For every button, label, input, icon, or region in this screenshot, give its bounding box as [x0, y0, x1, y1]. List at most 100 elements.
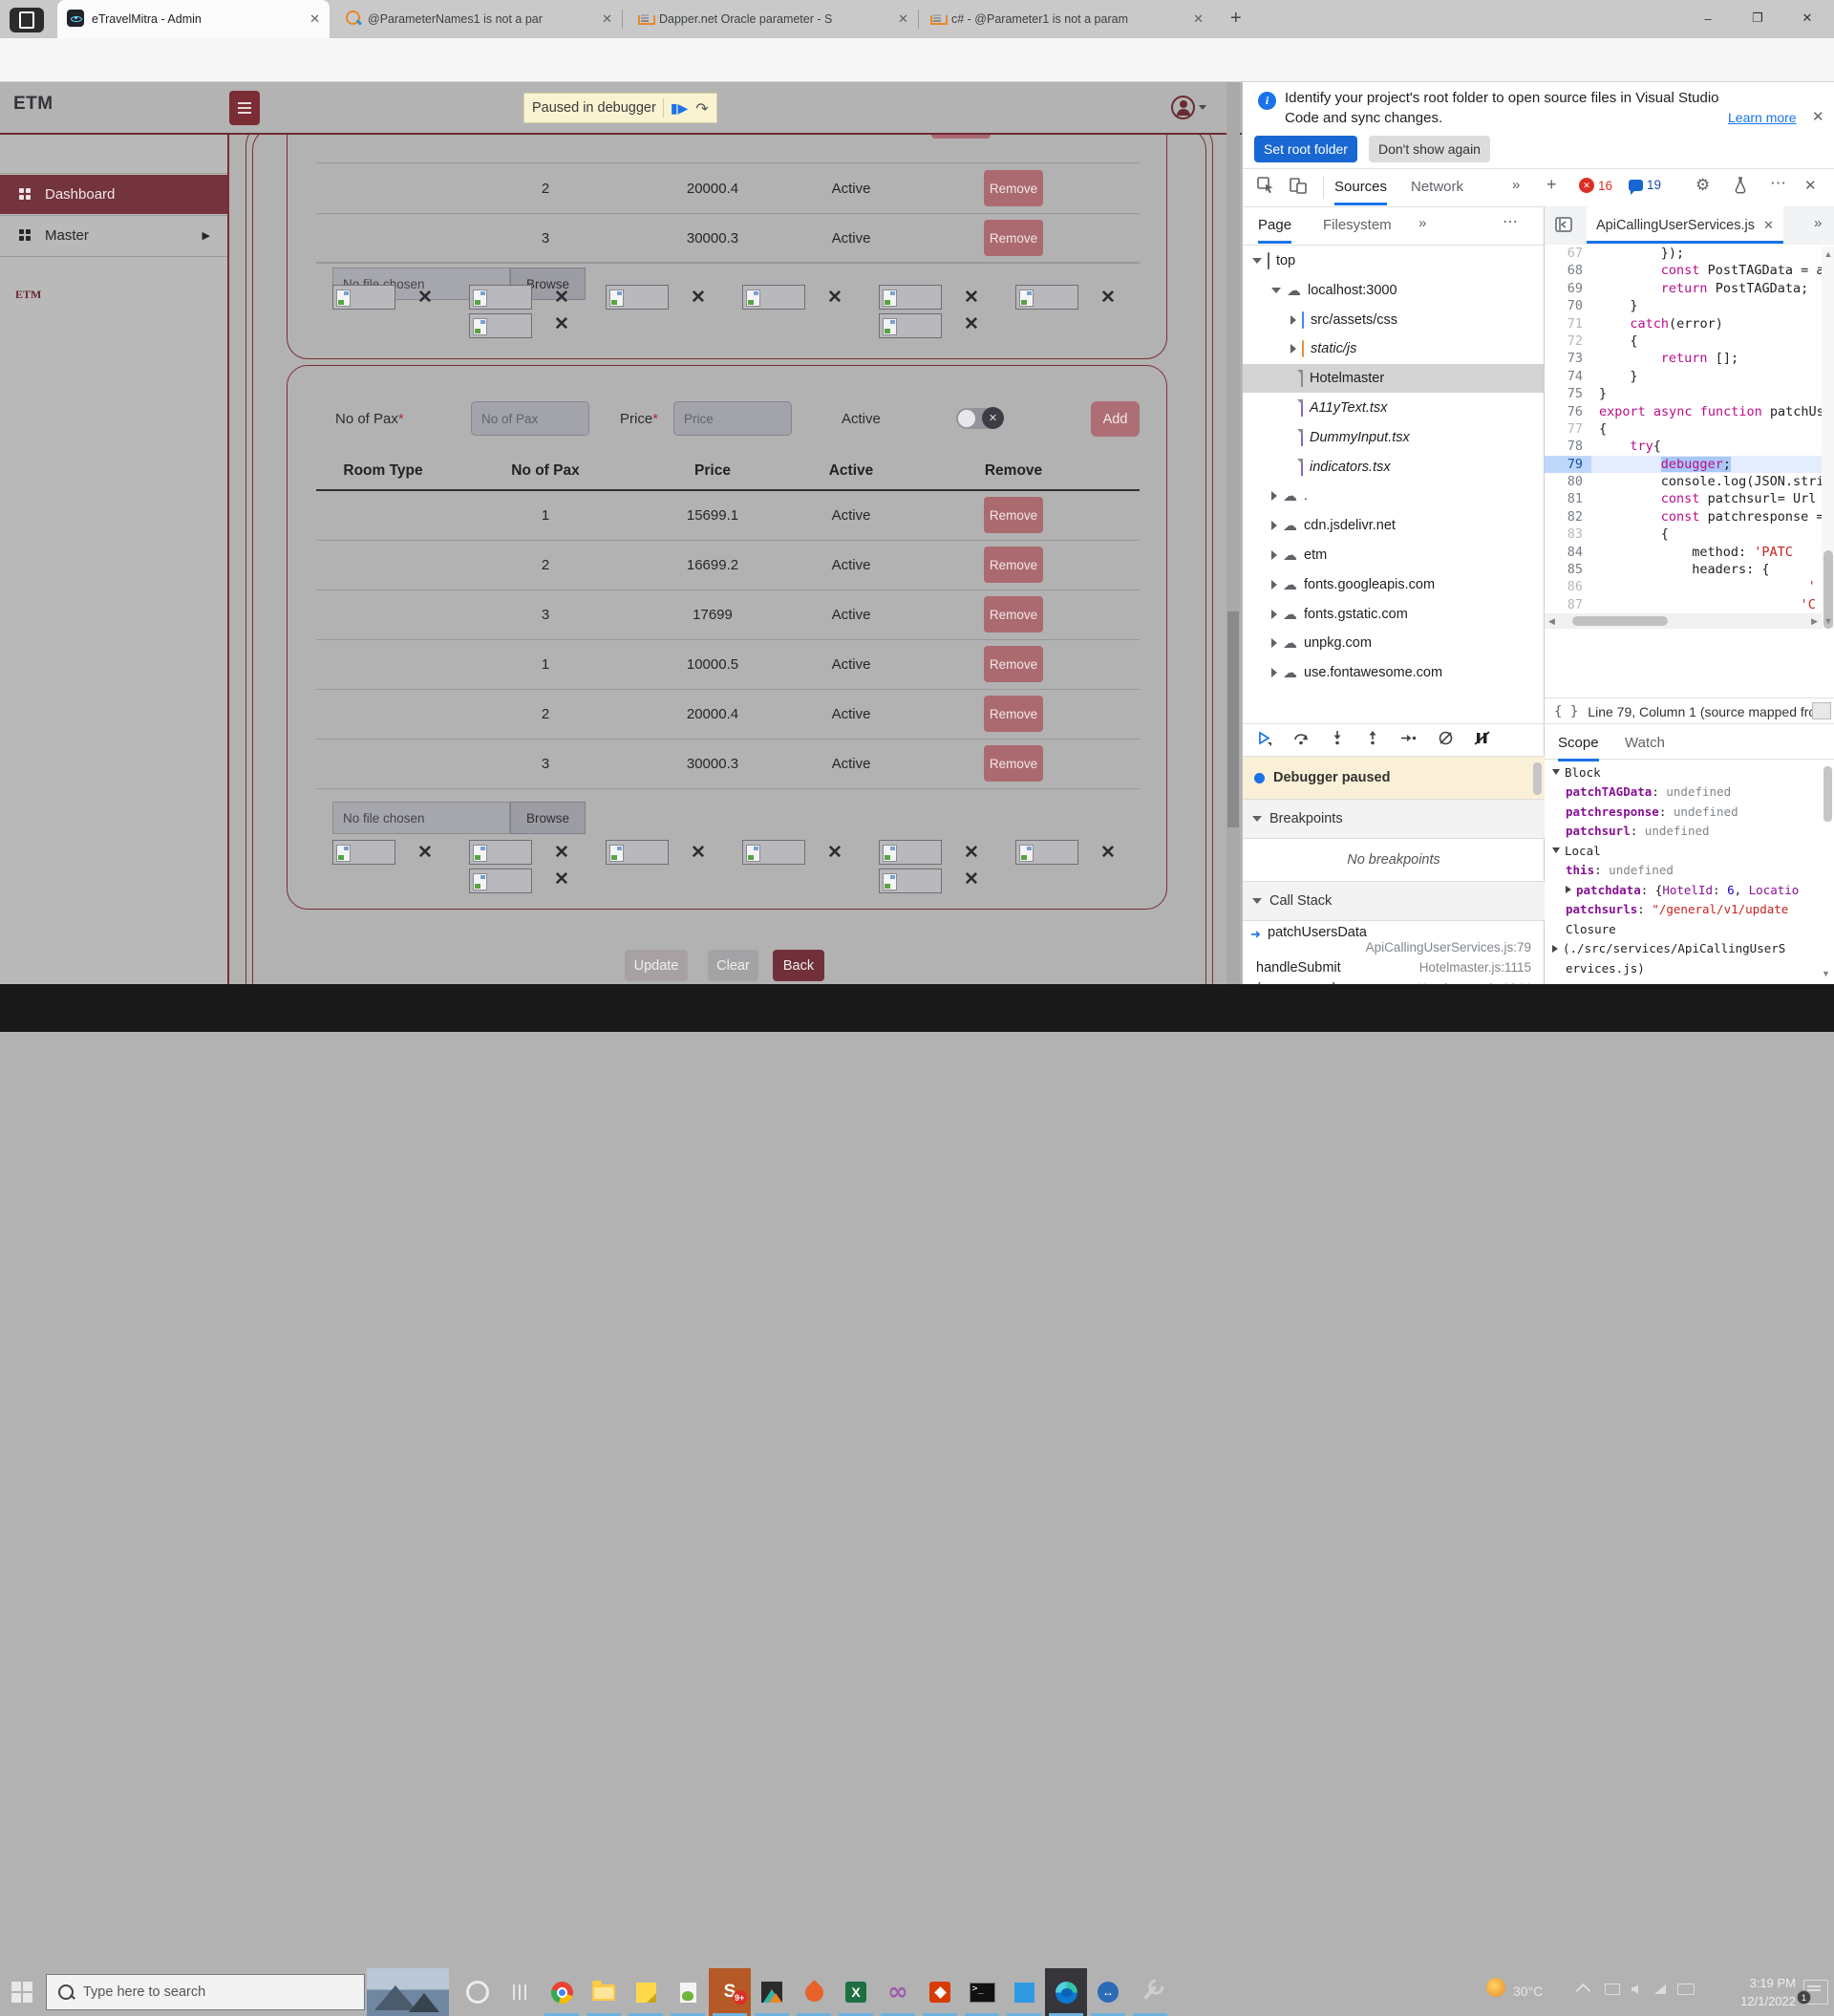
- call-stack-section-header[interactable]: Call Stack: [1243, 881, 1545, 921]
- scope-entry[interactable]: patchsurl: undefined: [1545, 822, 1834, 842]
- tree-item-indicators-tsx[interactable]: indicators.tsx: [1243, 453, 1544, 482]
- tree-item-a11ytext-tsx[interactable]: A11yText.tsx: [1243, 394, 1544, 422]
- tab-scope[interactable]: Scope: [1558, 724, 1599, 761]
- sidebar-item-dashboard[interactable]: Dashboard: [0, 175, 227, 214]
- editor-hscrollbar[interactable]: ◀ ▶: [1545, 613, 1822, 629]
- inspect-icon[interactable]: [1256, 176, 1275, 200]
- taskbar-icon-opera[interactable]: [457, 1968, 499, 2016]
- remove-image-icon[interactable]: ✕: [688, 287, 709, 308]
- code-line-81[interactable]: 81const patchsurl= Url: [1545, 490, 1834, 507]
- remove-image-icon[interactable]: ✕: [961, 842, 982, 863]
- tree-arrow-icon[interactable]: [1271, 521, 1277, 530]
- taskbar-icon-mixer[interactable]: [499, 1968, 541, 2016]
- expand-arrow-icon[interactable]: [1552, 945, 1558, 953]
- step-into-icon[interactable]: [1330, 730, 1345, 751]
- code-line-76[interactable]: 76export async function patchUs: [1545, 403, 1834, 420]
- call-stack-frame[interactable]: handleSubmitHotelmaster.js:1115: [1243, 956, 1545, 977]
- remove-image-icon[interactable]: ✕: [415, 842, 436, 863]
- tree-item-unpkg-com[interactable]: ☁unpkg.com: [1243, 629, 1544, 657]
- taskbar-icon-visual-studio[interactable]: ∞: [877, 1968, 919, 2016]
- back-button[interactable]: Back: [773, 950, 824, 981]
- add-pane-icon[interactable]: +: [1546, 175, 1557, 195]
- code-line-79[interactable]: 79debugger;: [1545, 456, 1834, 473]
- remove-image-icon[interactable]: ✕: [551, 313, 572, 334]
- code-line-68[interactable]: 68const PostTAGData = a: [1545, 262, 1834, 279]
- code-line-87[interactable]: 87'C: [1545, 596, 1834, 613]
- tab-page[interactable]: Page: [1258, 206, 1291, 244]
- tab-actions-icon[interactable]: [10, 8, 44, 32]
- tab-close-icon[interactable]: ✕: [602, 11, 612, 27]
- step-icon[interactable]: [1400, 730, 1418, 751]
- close-editor-tab-icon[interactable]: ✕: [1763, 218, 1774, 233]
- search-highlight-image[interactable]: [367, 1968, 449, 2016]
- code-line-83[interactable]: 83{: [1545, 525, 1834, 543]
- scope-entry[interactable]: Local: [1545, 841, 1834, 861]
- remove-image-icon[interactable]: ✕: [551, 842, 572, 863]
- code-editor[interactable]: 67});68const PostTAGData = a69return Pos…: [1545, 245, 1834, 613]
- code-line-84[interactable]: 84method: 'PATC: [1545, 544, 1834, 561]
- taskbar-icon-tools[interactable]: [1129, 1968, 1171, 2016]
- editor-vscrollbar[interactable]: ▲ ▼: [1822, 247, 1834, 629]
- resume-icon[interactable]: [1256, 730, 1272, 751]
- taskbar-icon-terminal[interactable]: >_: [961, 1968, 1003, 2016]
- taskbar-search[interactable]: Type here to search: [46, 1974, 365, 2010]
- taskbar-icon-photos[interactable]: [751, 1968, 793, 2016]
- code-line-73[interactable]: 73return [];: [1545, 350, 1834, 367]
- scope-entry[interactable]: patchresponse: undefined: [1545, 802, 1834, 822]
- call-stack-frame[interactable]: ➜patchUsersDataApiCallingUserServices.js…: [1243, 921, 1545, 956]
- tree-item-etm[interactable]: ☁etm: [1243, 541, 1544, 569]
- tree-item-static-js[interactable]: static/js: [1243, 334, 1544, 363]
- weather-icon[interactable]: [1486, 1978, 1505, 2002]
- code-line-80[interactable]: 80console.log(JSON.stri: [1545, 473, 1834, 490]
- devtools-menu-icon[interactable]: ⋯: [1770, 174, 1786, 193]
- scope-entry[interactable]: (./src/services/ApiCallingUserS: [1545, 939, 1834, 959]
- close-button[interactable]: ✕: [1782, 0, 1832, 36]
- code-line-72[interactable]: 72{: [1545, 332, 1834, 350]
- browser-tab[interactable]: @ParameterNames1 is not a par✕: [336, 0, 622, 38]
- taskbar-icon-s9-app[interactable]: S9+: [709, 1968, 751, 2016]
- tree-arrow-icon[interactable]: [1290, 344, 1296, 354]
- pause-on-exceptions-icon[interactable]: [1474, 730, 1490, 751]
- more-source-tabs-icon[interactable]: »: [1418, 215, 1426, 231]
- taskbar-icon-sticky-notes[interactable]: [625, 1968, 667, 2016]
- scope-entry[interactable]: patchdata: {HotelId: 6, Locatio: [1545, 880, 1834, 900]
- taskbar-icon-red-app[interactable]: [919, 1968, 961, 2016]
- hide-navigator-icon[interactable]: [1554, 215, 1573, 239]
- user-menu[interactable]: [1171, 96, 1209, 118]
- more-tabs-icon[interactable]: »: [1512, 177, 1520, 193]
- tree-arrow-icon[interactable]: [1271, 580, 1277, 590]
- remove-button[interactable]: Remove: [984, 596, 1043, 633]
- tree-arrow-icon[interactable]: [1271, 288, 1281, 293]
- code-line-85[interactable]: 85headers: {: [1545, 561, 1834, 578]
- code-line-86[interactable]: 86': [1545, 578, 1834, 595]
- expand-arrow-icon[interactable]: [1552, 847, 1560, 853]
- taskbar-icon-teamviewer[interactable]: ↔: [1087, 1968, 1129, 2016]
- tree-arrow-icon[interactable]: [1252, 258, 1262, 264]
- side-scroll-thumb[interactable]: [1533, 762, 1542, 795]
- remove-image-icon[interactable]: ✕: [824, 842, 845, 863]
- tree-item-fonts-gstatic-com[interactable]: ☁fonts.gstatic.com: [1243, 600, 1544, 629]
- learn-more-link[interactable]: Learn more: [1728, 110, 1797, 125]
- resume-script-icon[interactable]: ▮▶: [671, 100, 688, 117]
- remove-image-icon[interactable]: ✕: [551, 869, 572, 890]
- devtools-close-icon[interactable]: ✕: [1804, 177, 1817, 194]
- breakpoints-section-header[interactable]: Breakpoints: [1243, 799, 1545, 839]
- issue-count-badge[interactable]: 19: [1629, 178, 1661, 192]
- taskbar-icon-vscode[interactable]: [1003, 1968, 1045, 2016]
- remove-image-icon[interactable]: ✕: [688, 842, 709, 863]
- remove-image-icon[interactable]: ✕: [1098, 287, 1119, 308]
- tree-item-use-fontawesome-com[interactable]: ☁use.fontawesome.com: [1243, 658, 1544, 687]
- scope-entry[interactable]: this: undefined: [1545, 861, 1834, 881]
- tree-arrow-icon[interactable]: [1271, 491, 1277, 501]
- page-scrollbar[interactable]: [1226, 82, 1240, 984]
- scope-entry[interactable]: patchsurls: "/general/v1/update: [1545, 900, 1834, 920]
- code-line-74[interactable]: 74}: [1545, 368, 1834, 385]
- browse-button[interactable]: Browse: [510, 802, 586, 834]
- remove-image-icon[interactable]: ✕: [961, 869, 982, 890]
- remove-button[interactable]: Remove: [984, 745, 1043, 782]
- taskbar-icon-notepad[interactable]: [667, 1968, 709, 2016]
- price-input[interactable]: [673, 401, 792, 436]
- update-button[interactable]: Update: [625, 950, 688, 981]
- add-button[interactable]: Add: [1091, 401, 1140, 437]
- tray-keyboard-icon[interactable]: [1677, 1984, 1695, 1995]
